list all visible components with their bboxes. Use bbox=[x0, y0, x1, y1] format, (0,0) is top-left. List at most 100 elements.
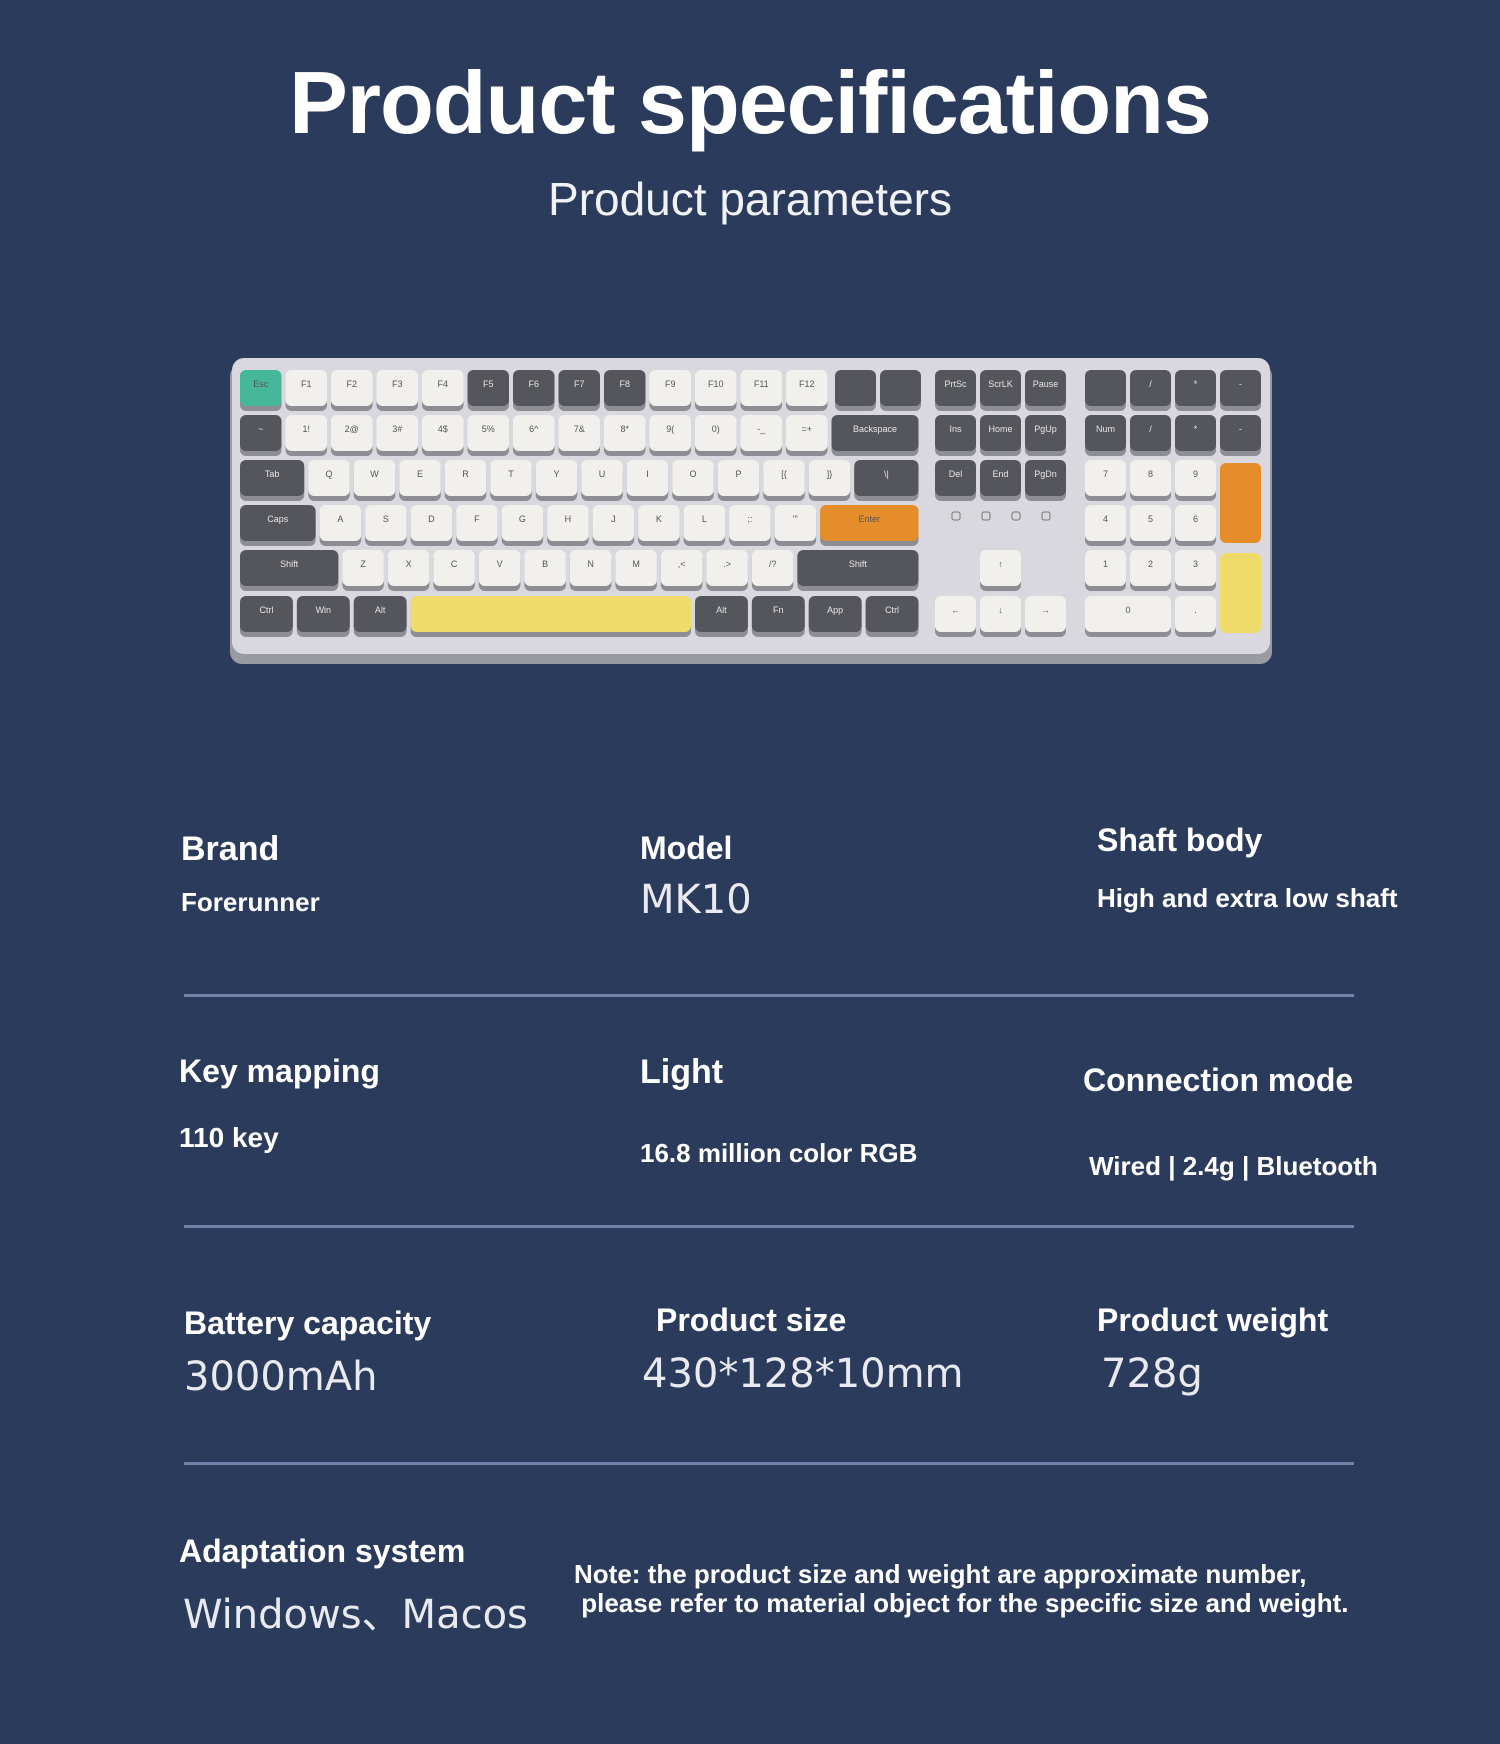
spec-size: Product size 430*128*10mm bbox=[642, 1302, 964, 1397]
key-label: F11 bbox=[754, 379, 769, 389]
key-label: 2 bbox=[1148, 559, 1153, 569]
spec-shaft: Shaft body High and extra low shaft bbox=[1097, 822, 1398, 914]
key bbox=[835, 370, 876, 406]
key-label: Enter bbox=[859, 514, 881, 524]
key-label: 5 bbox=[1148, 514, 1153, 524]
spec-system-value: Windows、Macos bbox=[183, 1592, 528, 1638]
spec-brand-label: Brand bbox=[181, 830, 280, 868]
key-label: B bbox=[542, 559, 548, 569]
key-label: E bbox=[417, 469, 423, 479]
key bbox=[410, 596, 691, 632]
keyboard-image: Esc F1 F2 F3 F4 F5 F6 F7 F8 F9 F10 F11 F12~ 1! 2@ 3# 4$ 5… bbox=[230, 358, 1272, 664]
note-line-2: please refer to material object for the … bbox=[574, 1588, 1349, 1618]
key-label: P bbox=[735, 469, 741, 479]
key-label: Num bbox=[1096, 424, 1115, 434]
key-label: R bbox=[462, 469, 469, 479]
key-label: 1 bbox=[1103, 559, 1108, 569]
key-label: F1 bbox=[301, 379, 312, 389]
key-label: O bbox=[689, 469, 696, 479]
key-label: Ctrl bbox=[885, 605, 899, 615]
key-label: H bbox=[565, 514, 572, 524]
key-label: F12 bbox=[799, 379, 815, 389]
key-label: ]} bbox=[827, 469, 833, 479]
key-label: F4 bbox=[437, 379, 448, 389]
spec-connection: Connection mode Wired | 2.4g | Bluetooth bbox=[1083, 1062, 1378, 1182]
key-label: U bbox=[599, 469, 606, 479]
spec-weight-label: Product weight bbox=[1097, 1302, 1329, 1338]
key-label: Caps bbox=[267, 514, 289, 524]
key-label: F10 bbox=[708, 379, 724, 389]
spec-model-label: Model bbox=[640, 830, 733, 866]
key-label: ;: bbox=[747, 514, 752, 524]
key-label: Shift bbox=[280, 559, 299, 569]
key-label: PgUp bbox=[1034, 424, 1057, 434]
key-label: F9 bbox=[665, 379, 676, 389]
spec-weight-value: 728g bbox=[1101, 1351, 1203, 1397]
key-label: PrtSc bbox=[944, 379, 967, 389]
key-label: V bbox=[497, 559, 503, 569]
spec-system-label: Adaptation system bbox=[179, 1533, 466, 1569]
key-label: * bbox=[1194, 379, 1198, 389]
key-label: A bbox=[337, 514, 343, 524]
key-label: M bbox=[632, 559, 640, 569]
key-label: ~ bbox=[258, 424, 263, 434]
spec-size-value: 430*128*10mm bbox=[642, 1351, 964, 1397]
key-label: Tab bbox=[265, 469, 280, 479]
key-label: W bbox=[370, 469, 379, 479]
divider bbox=[184, 994, 1354, 997]
key-label: 4 bbox=[1103, 514, 1108, 524]
spec-light-label: Light bbox=[640, 1053, 724, 1091]
key-label: Z bbox=[360, 559, 366, 569]
key-label: N bbox=[587, 559, 594, 569]
key-label: ↑ bbox=[998, 559, 1003, 569]
spec-light: Light 16.8 million color RGB bbox=[640, 1053, 917, 1169]
key-label: F3 bbox=[392, 379, 403, 389]
key-label: 6^ bbox=[529, 424, 539, 434]
key-label: 7& bbox=[574, 424, 585, 434]
key-label: Fn bbox=[773, 605, 784, 615]
key-label: Q bbox=[325, 469, 332, 479]
key-label: 6 bbox=[1193, 514, 1198, 524]
spec-battery-value: 3000mAh bbox=[184, 1354, 378, 1400]
key-label: [{ bbox=[781, 469, 787, 479]
key-label: 4$ bbox=[438, 424, 448, 434]
key-label: C bbox=[451, 559, 458, 569]
key-label: PgDn bbox=[1034, 469, 1057, 479]
key-label: Backspace bbox=[853, 424, 897, 434]
key-label: ← bbox=[951, 605, 960, 615]
key-label: 5% bbox=[482, 424, 495, 434]
spec-shaft-label: Shaft body bbox=[1097, 822, 1263, 858]
key-label: Ctrl bbox=[259, 605, 273, 615]
key-label: J bbox=[611, 514, 616, 524]
key-label: S bbox=[383, 514, 389, 524]
key-label: * bbox=[1194, 424, 1198, 434]
key-label: 7 bbox=[1103, 469, 1108, 479]
key-label: F8 bbox=[619, 379, 630, 389]
divider bbox=[184, 1225, 1354, 1228]
key-label: 8* bbox=[620, 424, 629, 434]
spec-brand-value: Forerunner bbox=[181, 887, 320, 917]
numpad-plus-key bbox=[1220, 463, 1261, 543]
spec-shaft-value: High and extra low shaft bbox=[1097, 883, 1398, 913]
key-label: -_ bbox=[757, 424, 766, 434]
key-label: 8 bbox=[1148, 469, 1153, 479]
key-label: Alt bbox=[716, 605, 727, 615]
key-label: I bbox=[646, 469, 649, 479]
spec-battery-label: Battery capacity bbox=[184, 1305, 432, 1341]
key-label: F2 bbox=[346, 379, 357, 389]
key-label: 0 bbox=[1125, 605, 1130, 615]
key-label: Ins bbox=[949, 424, 962, 434]
key-label: /? bbox=[769, 559, 777, 569]
key-label: App bbox=[827, 605, 843, 615]
key-label: F6 bbox=[528, 379, 539, 389]
spec-system: Adaptation system Windows、Macos bbox=[179, 1533, 528, 1640]
numpad-enter-key bbox=[1220, 553, 1261, 633]
spec-key-mapping: Key mapping 110 key bbox=[179, 1053, 380, 1154]
key-label: L bbox=[702, 514, 707, 524]
spec-brand: Brand Forerunner bbox=[181, 830, 320, 918]
spec-model-value: MK10 bbox=[640, 877, 752, 923]
spec-size-label: Product size bbox=[656, 1302, 847, 1338]
spec-weight: Product weight 728g bbox=[1097, 1302, 1328, 1397]
product-note: Note: the product size and weight are ap… bbox=[574, 1560, 1348, 1618]
key-label: → bbox=[1041, 605, 1050, 615]
